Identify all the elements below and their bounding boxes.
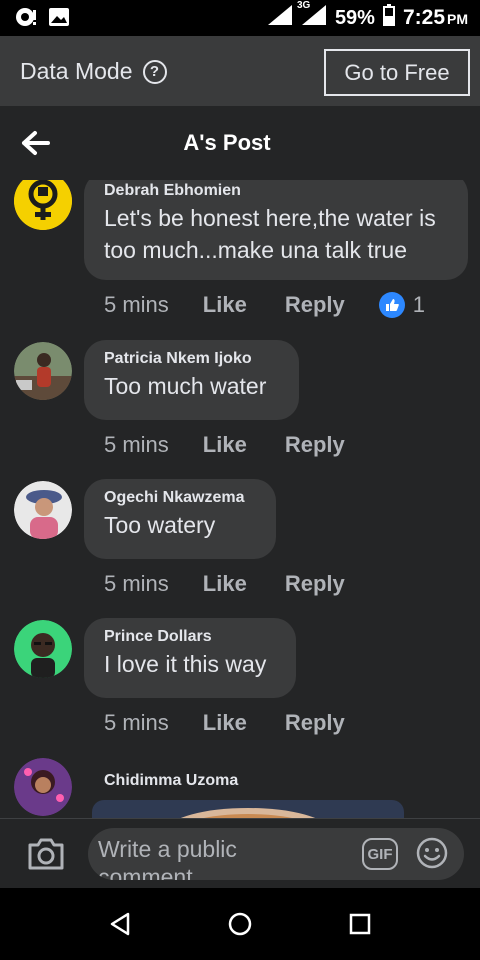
comment-actions: 5 mins Like Reply 1 [104,292,425,318]
like-button[interactable]: Like [203,571,247,597]
go-to-free-button[interactable]: Go to Free [324,49,470,96]
help-icon[interactable]: ? [142,59,167,84]
like-button[interactable]: Like [203,292,247,318]
avatar[interactable] [14,180,72,230]
reply-button[interactable]: Reply [285,292,345,318]
comment-photo[interactable] [92,800,404,818]
comment-feed[interactable]: Debrah Ebhomien Let's be honest here,the… [0,180,480,818]
battery-icon [382,4,395,32]
comment-actions: 5 mins Like Reply [104,571,345,597]
clock-ampm: PM [447,11,468,27]
reaction-count: 1 [412,292,425,317]
commenter-name[interactable]: Patricia Nkem Ijoko [104,348,279,370]
like-button[interactable]: Like [203,710,247,736]
clock: 7:25 PM [403,6,468,30]
emoji-icon[interactable] [416,837,448,869]
comment-timestamp: 5 mins [104,432,169,457]
reply-button[interactable]: Reply [285,571,345,597]
comment-text-line: I love it this way [104,651,267,677]
page-title: A's Post [183,130,271,155]
comment-actions: 5 mins Like Reply [104,710,345,736]
back-triangle-icon[interactable] [106,910,134,938]
comment-text-line: Too much water [104,373,267,399]
gif-button[interactable]: GIF [362,838,398,870]
data-mode-label[interactable]: Data Mode ? [20,58,167,85]
comment-bubble[interactable]: Patricia Nkem Ijoko Too much water [84,340,299,420]
comment-timestamp: 5 mins [104,571,169,596]
commenter-name[interactable]: Ogechi Nkawzema [104,487,256,509]
messenger-notification-icon [14,6,38,33]
avatar[interactable] [14,758,72,816]
commenter-name[interactable]: Chidimma Uzoma [104,770,284,792]
image-notification-icon [48,7,70,32]
system-nav-bar [0,888,480,960]
clock-time: 7:25 [402,6,445,29]
avatar[interactable] [14,620,72,678]
comment-text-line: Too watery [104,512,216,538]
commenter-name[interactable]: Debrah Ebhomien [104,180,448,202]
comment-actions: 5 mins Like Reply [104,432,345,458]
network-type-label: 3G [296,0,311,11]
comment-bubble[interactable]: Prince Dollars I love it this way [84,618,296,698]
data-mode-text: Data Mode [20,58,133,84]
comment-text-line: Let's be honest here,the water is [104,205,436,231]
recents-square-icon[interactable] [346,910,374,938]
data-mode-bar: Data Mode ? Go to Free [0,36,480,106]
comment-input-placeholder[interactable]: Write a public comment [98,835,298,880]
avatar[interactable] [14,481,72,539]
thumbs-up-icon [378,292,405,318]
like-button[interactable]: Like [203,432,247,458]
comment-composer: Write a public comment GIF [0,818,480,888]
reaction-summary[interactable]: 1 [378,292,425,318]
camera-icon[interactable] [26,837,66,871]
comment-input[interactable]: Write a public comment GIF [88,828,464,880]
comment-bubble[interactable]: Debrah Ebhomien Let's be honest here,the… [84,180,468,280]
post-header: A's Post [0,106,480,180]
reply-button[interactable]: Reply [285,432,345,458]
comment-bubble[interactable]: Ogechi Nkawzema Too watery [84,479,276,559]
network-3g-icon: 3G [297,0,327,32]
signal-icon [267,4,293,32]
reply-button[interactable]: Reply [285,710,345,736]
comment-timestamp: 5 mins [104,292,169,317]
comment-timestamp: 5 mins [104,710,169,735]
commenter-name[interactable]: Prince Dollars [104,626,276,648]
status-bar: 3G 59% 7:25 PM [0,0,480,36]
comment-header[interactable]: Chidimma Uzoma [84,764,304,800]
home-circle-icon[interactable] [226,910,254,938]
comment-text-line: too much...make una talk true [104,237,407,263]
battery-percent: 59% [334,6,375,29]
avatar[interactable] [14,342,72,400]
